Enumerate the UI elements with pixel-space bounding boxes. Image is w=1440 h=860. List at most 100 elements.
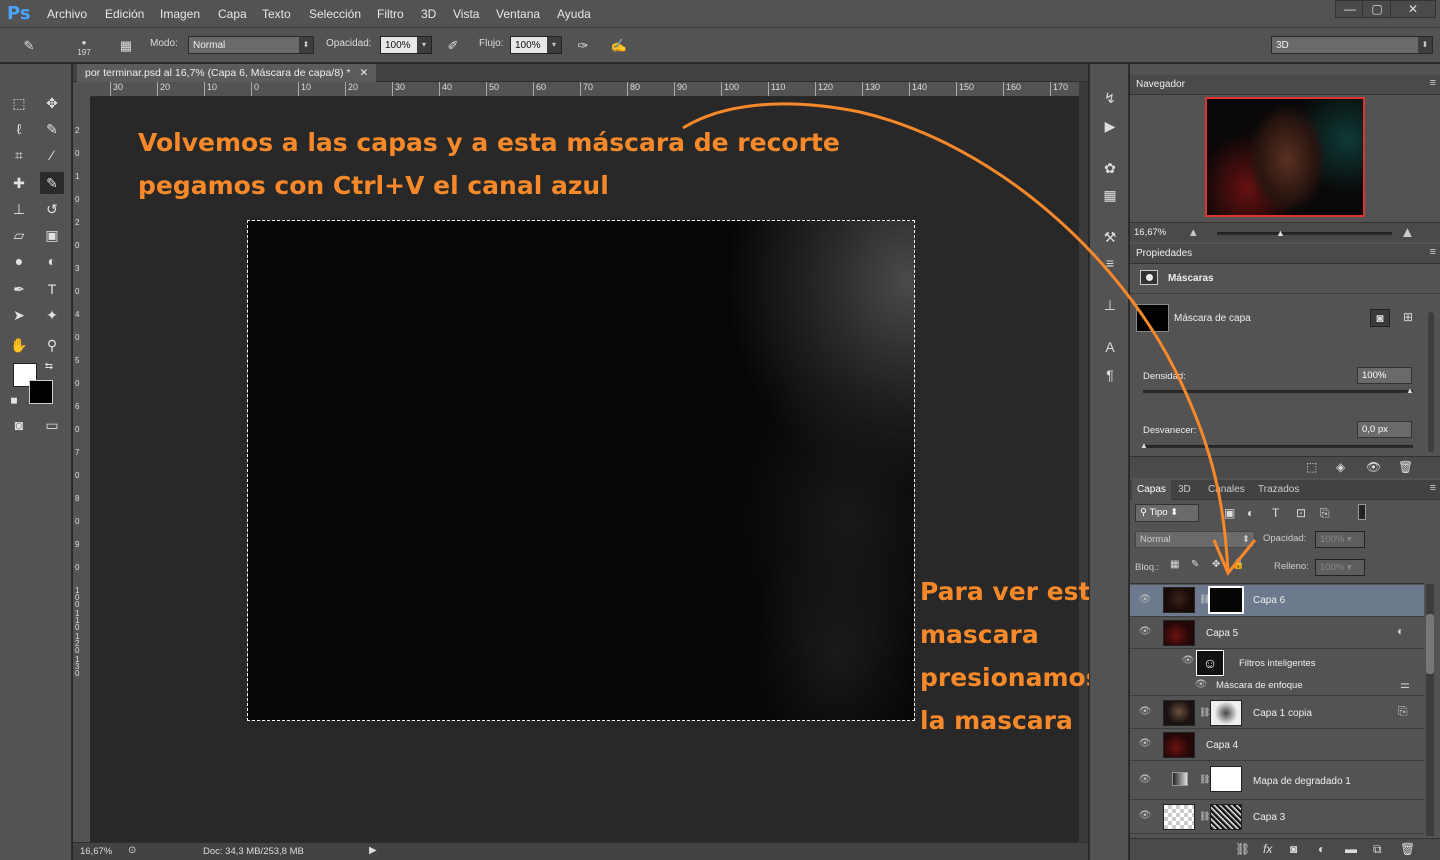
slider-thumb[interactable]: ▲ [1276, 228, 1285, 238]
delete-mask-icon[interactable]: 🗑 [1398, 460, 1413, 474]
layers-scrollbar[interactable] [1426, 584, 1434, 836]
menu-filtro[interactable]: Filtro [377, 7, 404, 21]
visibility-eye-icon[interactable]: 👁 [1180, 655, 1196, 671]
feather-input[interactable]: 0,0 px [1357, 421, 1412, 438]
visibility-eye-icon[interactable]: 👁 [1137, 810, 1153, 826]
delete-layer-icon[interactable]: 🗑 [1400, 842, 1415, 856]
fx-icon[interactable]: fx [1263, 842, 1272, 856]
quick-mask-icon[interactable]: ◙ [7, 414, 31, 436]
fill-input[interactable]: 100% ▾ [1315, 559, 1365, 576]
minimize-button[interactable]: — [1335, 0, 1365, 18]
navigator-header[interactable]: Navegador ≡ [1130, 75, 1440, 95]
layer-filter-select[interactable]: ⚲ Tipo ⬍ [1135, 504, 1199, 522]
properties-scrollbar[interactable] [1428, 312, 1434, 452]
brush-tool-icon[interactable]: ✎ [40, 172, 64, 194]
close-tab-icon[interactable]: ✕ [359, 67, 368, 79]
path-selection-tool-icon[interactable]: ➤ [7, 304, 31, 326]
vertical-ruler[interactable]: 2 0 1 0 2 0 3 0 4 0 5 0 6 0 7 0 8 0 9 0 1 0 01 1 01 2 01 3 0 [73, 97, 91, 842]
tab-canales[interactable]: Canales [1203, 480, 1250, 500]
gradient-tool-icon[interactable]: ▣ [40, 224, 64, 246]
mask-thumbnail[interactable] [1208, 586, 1244, 614]
layer-name[interactable]: Capa 5 [1206, 628, 1238, 639]
layer-row-capa-4[interactable]: 👁 Capa 4 [1130, 730, 1424, 761]
vertical-scrollbar[interactable] [1079, 82, 1088, 842]
mask-thumbnail[interactable] [1210, 700, 1242, 726]
opacity-input[interactable]: 100% ▾ [380, 36, 432, 54]
feather-slider-thumb[interactable]: ▲ [1140, 441, 1148, 450]
layer-row-capa-6[interactable]: 👁 ⛓ Capa 6 [1130, 585, 1424, 617]
mask-thumbnail[interactable] [1136, 304, 1169, 332]
move-tool-icon[interactable]: ✥ [40, 92, 64, 114]
document-tab[interactable]: por terminar.psd al 16,7% (Capa 6, Másca… [77, 64, 377, 82]
lock-all-icon[interactable]: 🔒 [1232, 559, 1244, 570]
pixel-mask-button[interactable]: ◙ [1370, 309, 1390, 327]
panel-menu-icon[interactable]: ≡ [1430, 246, 1436, 258]
visibility-eye-icon[interactable]: 👁 [1137, 738, 1153, 754]
visibility-eye-icon[interactable]: 👁 [1137, 626, 1153, 642]
visibility-eye-icon[interactable]: 👁 [1137, 594, 1153, 610]
airbrush-icon[interactable]: ✑ [572, 36, 594, 56]
default-colors-icon[interactable]: ◼ [7, 393, 21, 407]
quick-select-tool-icon[interactable]: ✎ [40, 118, 64, 140]
clone-source-panel-icon[interactable]: ⊥ [1100, 295, 1120, 315]
menu-ayuda[interactable]: Ayuda [557, 7, 591, 21]
menu-3d[interactable]: 3D [421, 7, 436, 21]
status-export-icon[interactable]: ⊙ [128, 845, 136, 856]
marquee-tool-icon[interactable]: ⬚ [7, 92, 31, 114]
density-slider-thumb[interactable]: ▲ [1406, 386, 1414, 395]
dodge-tool-icon[interactable]: ◐ [40, 250, 64, 272]
lock-transparency-icon[interactable]: ▦ [1170, 559, 1179, 570]
lock-pixels-icon[interactable]: ✎ [1191, 559, 1199, 570]
visibility-eye-icon[interactable]: 👁 [1137, 774, 1153, 790]
clone-stamp-tool-icon[interactable]: ⊥ [7, 198, 31, 220]
actions-panel-icon[interactable]: ▶ [1100, 116, 1120, 136]
horizontal-ruler[interactable]: 30 20 10 0 10 20 30 40 50 60 70 80 90 100 110 120 130 140… [91, 82, 1079, 97]
link-icon[interactable]: ⛓ [1199, 774, 1210, 785]
smart-object-icon[interactable]: ⎘ [1398, 704, 1408, 719]
apply-mask-icon[interactable]: ◈ [1336, 460, 1345, 474]
menu-imagen[interactable]: Imagen [160, 7, 200, 21]
filter-toggle[interactable] [1358, 504, 1366, 520]
layer-name[interactable]: Máscara de enfoque [1216, 680, 1303, 691]
navigator-zoom-slider[interactable] [1217, 232, 1392, 235]
visibility-eye-icon[interactable]: 👁 [1366, 460, 1381, 474]
mode-select[interactable]: Normal ⬍ [188, 36, 314, 54]
paragraph-panel-icon[interactable]: ¶ [1100, 365, 1120, 385]
filter-options-icon[interactable]: ⚌ [1400, 678, 1410, 691]
blend-mode-select[interactable]: Normal ⬍ [1135, 531, 1255, 548]
menu-archivo[interactable]: Archivo [47, 7, 87, 21]
zoom-out-icon[interactable]: ▴ [1190, 224, 1197, 240]
menu-vista[interactable]: Vista [453, 7, 479, 21]
zoom-in-icon[interactable]: ▲ [1400, 224, 1415, 241]
density-input[interactable]: 100% [1357, 367, 1412, 384]
character-panel-icon[interactable]: A [1100, 337, 1120, 357]
pen-tool-icon[interactable]: ✒ [7, 278, 31, 300]
history-panel-icon[interactable]: ↯ [1100, 88, 1120, 108]
layer-name[interactable]: Capa 6 [1253, 595, 1285, 606]
mask-thumbnail[interactable] [1210, 804, 1242, 830]
menu-seleccion[interactable]: Selección [309, 7, 361, 21]
filter-shape-icon[interactable]: ⊡ [1296, 506, 1306, 520]
background-color-swatch[interactable] [29, 380, 53, 404]
hand-tool-icon[interactable]: ✋ [7, 334, 31, 356]
menu-edicion[interactable]: Edición [105, 7, 144, 21]
navigator-thumbnail[interactable] [1205, 97, 1365, 217]
layer-row-capa-5[interactable]: 👁 Capa 5 ◐ [1130, 618, 1424, 649]
status-menu-arrow-icon[interactable]: ▶ [369, 845, 377, 856]
swap-colors-icon[interactable]: ⇆ [42, 360, 56, 374]
new-layer-icon[interactable]: ⧉ [1373, 842, 1382, 857]
styles-panel-icon[interactable]: ≡ [1100, 253, 1120, 273]
layer-row-capa-1-copia[interactable]: 👁 ⛓ Capa 1 copia ⎘ [1130, 697, 1424, 729]
filter-smart-object-icon[interactable]: ⎘ [1320, 506, 1330, 521]
color-panel-icon[interactable]: ✿ [1100, 158, 1120, 178]
lasso-tool-icon[interactable]: ℓ [7, 118, 31, 140]
layer-row-smart-filters[interactable]: 👁 ☺ Filtros inteligentes [1130, 650, 1424, 676]
brush-panel-toggle-icon[interactable]: ▦ [115, 36, 137, 56]
eyedropper-tool-icon[interactable]: ⁄ [40, 144, 64, 166]
tab-capas[interactable]: Capas [1132, 480, 1171, 500]
navigator-zoom[interactable]: 16,67% [1134, 227, 1166, 238]
lock-position-icon[interactable]: ✥ [1212, 559, 1220, 570]
workspace-select[interactable]: 3D ⬍ [1271, 36, 1433, 54]
layer-name[interactable]: Capa 4 [1206, 740, 1238, 751]
visibility-eye-icon[interactable]: 👁 [1193, 679, 1209, 695]
